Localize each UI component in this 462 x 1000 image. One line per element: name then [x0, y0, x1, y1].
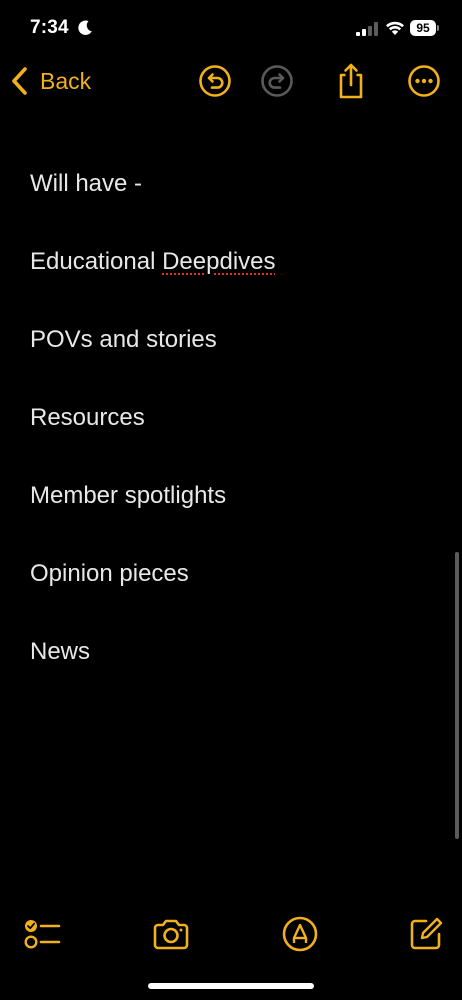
note-line-text: Will have -: [30, 170, 143, 197]
scroll-indicator[interactable]: [455, 552, 459, 839]
battery-icon: 95: [410, 20, 436, 36]
home-indicator[interactable]: [148, 983, 314, 989]
undo-icon[interactable]: [198, 64, 232, 98]
compose-icon[interactable]: [406, 914, 446, 954]
moon-icon: [78, 20, 92, 35]
note-line-text: Educational: [30, 248, 163, 275]
note-body[interactable]: Will have - Educational Deepdives POVs a…: [30, 165, 430, 711]
note-line-text: Member spotlights: [30, 482, 227, 509]
chevron-left-icon: [12, 67, 27, 95]
note-line-text: POVs and stories: [30, 326, 217, 353]
share-icon[interactable]: [334, 61, 368, 101]
back-label: Back: [40, 67, 92, 94]
wifi-icon: [386, 21, 404, 35]
note-line[interactable]: News: [30, 633, 430, 711]
status-time: 7:34: [30, 17, 69, 38]
note-line[interactable]: Member spotlights: [30, 477, 430, 555]
note-line[interactable]: Resources: [30, 399, 430, 477]
more-icon[interactable]: [407, 64, 441, 98]
redo-icon[interactable]: [260, 64, 294, 98]
signal-icon: [356, 22, 378, 36]
note-line-text: Resources: [30, 404, 145, 431]
note-line[interactable]: Will have -: [30, 165, 430, 243]
note-line-text: Opinion pieces: [30, 560, 189, 587]
battery-tip: [437, 25, 439, 31]
nav-bar: Back: [0, 56, 462, 106]
note-line-text: News: [30, 638, 91, 665]
note-line[interactable]: Educational Deepdives: [30, 243, 430, 321]
note-line[interactable]: Opinion pieces: [30, 555, 430, 633]
camera-icon[interactable]: [151, 914, 191, 954]
checklist-icon[interactable]: [22, 914, 62, 954]
back-button[interactable]: Back: [10, 64, 91, 98]
status-bar: 7:34 95: [0, 0, 462, 56]
misspelled-word[interactable]: Deepdives: [162, 248, 275, 275]
bottom-toolbar: [0, 908, 462, 958]
markup-icon[interactable]: [280, 914, 320, 954]
note-line[interactable]: POVs and stories: [30, 321, 430, 399]
